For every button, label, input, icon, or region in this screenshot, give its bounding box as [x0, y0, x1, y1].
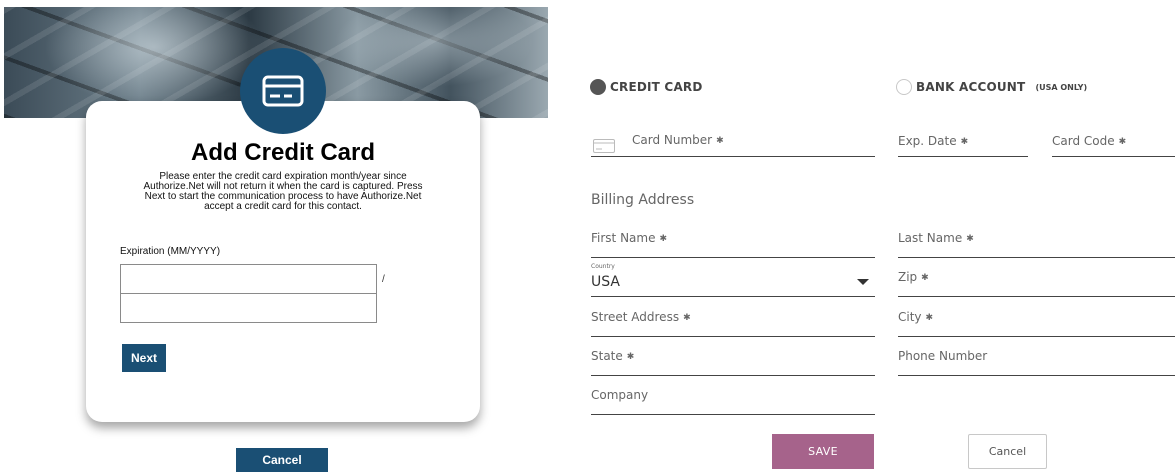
dialog-description: Please enter the credit card expiration … — [143, 171, 423, 212]
hero-light — [44, 7, 264, 107]
required-marker: ✱ — [1118, 137, 1127, 147]
phone-number-label: Phone Number — [898, 349, 988, 363]
last-name-label: Last Name — [898, 231, 963, 245]
required-marker: ✱ — [683, 313, 691, 323]
payment-type-label: BANK ACCOUNT — [916, 80, 1026, 94]
required-marker: ✱ — [925, 313, 934, 323]
state-label: State — [591, 349, 623, 363]
country-value: USA — [591, 274, 620, 290]
company-label: Company — [591, 388, 649, 402]
expiration-year-input[interactable] — [120, 293, 377, 323]
credit-card-icon — [240, 48, 326, 134]
required-marker: ✱ — [716, 136, 724, 146]
card-number-label: Card Number — [632, 133, 713, 147]
last-name-field[interactable]: Last Name ✱ — [898, 229, 1175, 258]
next-button[interactable]: Next — [122, 344, 166, 372]
city-label: City — [898, 310, 922, 324]
expiration-separator: / — [382, 274, 385, 285]
save-button[interactable]: SAVE — [772, 434, 874, 469]
cancel-button[interactable]: Cancel — [236, 448, 328, 472]
payment-type-credit-card[interactable]: CREDIT CARD — [590, 79, 703, 95]
required-marker: ✱ — [960, 137, 969, 147]
country-label: Country — [591, 263, 615, 270]
exp-date-field[interactable]: Exp. Date ✱ — [898, 131, 1028, 157]
chevron-down-icon[interactable] — [857, 279, 869, 285]
street-address-label: Street Address — [591, 310, 680, 324]
card-icon — [593, 139, 615, 153]
expiration-label: Expiration (MM/YYYY) — [120, 246, 221, 257]
first-name-label: First Name — [591, 231, 656, 245]
zip-field[interactable]: Zip ✱ — [898, 268, 1175, 297]
payment-type-bank-account[interactable]: BANK ACCOUNT (USA ONLY) — [896, 79, 1087, 95]
city-field[interactable]: City ✱ — [898, 308, 1175, 337]
company-field[interactable]: Company — [591, 386, 875, 415]
dialog-title: Add Credit Card — [190, 139, 375, 166]
zip-label: Zip — [898, 270, 918, 284]
hero-light — [334, 7, 534, 87]
street-address-field[interactable]: Street Address ✱ — [591, 308, 875, 337]
card-code-field[interactable]: Card Code ✱ — [1052, 131, 1175, 157]
required-marker: ✱ — [626, 352, 635, 362]
first-name-field[interactable]: First Name ✱ — [591, 229, 875, 258]
exp-date-label: Exp. Date — [898, 134, 957, 148]
card-code-label: Card Code — [1052, 134, 1115, 148]
payment-type-note: (USA ONLY) — [1035, 82, 1088, 92]
expiration-month-input[interactable] — [120, 264, 377, 294]
radio-button-selected[interactable] — [590, 79, 606, 95]
billing-address-title: Billing Address — [591, 192, 695, 208]
required-marker: ✱ — [921, 273, 929, 283]
country-select[interactable] — [591, 262, 875, 297]
radio-button-unselected[interactable] — [896, 79, 912, 95]
required-marker: ✱ — [966, 234, 974, 244]
payment-type-label: CREDIT CARD — [610, 80, 703, 94]
phone-number-field[interactable]: Phone Number — [898, 347, 1175, 376]
card-number-field[interactable]: Card Number ✱ — [591, 131, 875, 157]
state-field[interactable]: State ✱ — [591, 347, 875, 376]
required-marker: ✱ — [659, 234, 668, 244]
cancel-button[interactable]: Cancel — [968, 434, 1047, 469]
